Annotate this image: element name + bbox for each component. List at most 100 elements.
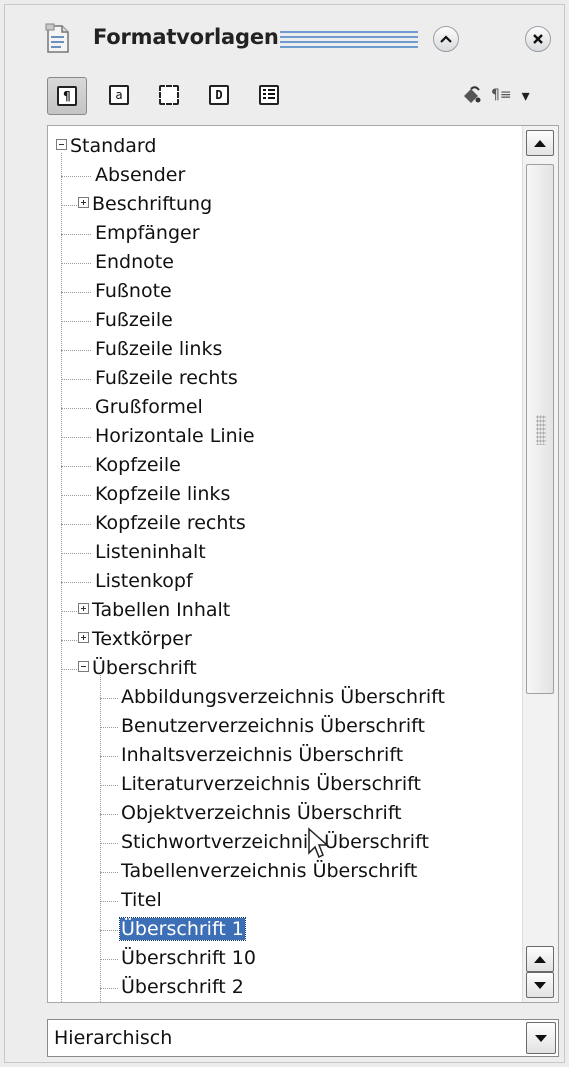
tree-item-label: Absender xyxy=(95,164,186,186)
tree-item[interactable]: Objektverzeichnis Überschrift xyxy=(120,799,403,828)
styles-document-icon xyxy=(45,23,71,55)
list-styles-icon xyxy=(259,85,279,105)
tree-item-label: Grußformel xyxy=(95,396,203,418)
tree-item[interactable]: Horizontale Linie xyxy=(94,422,256,451)
mouse-cursor-icon xyxy=(307,827,331,863)
tree-item-label: Fußzeile xyxy=(95,309,173,331)
tree-item-label: Fußnote xyxy=(95,280,172,302)
scrollbar-thumb[interactable] xyxy=(526,164,554,694)
tree-item[interactable]: Inhaltsverzeichnis Überschrift xyxy=(120,741,404,770)
tree-item-label: Beschriftung xyxy=(92,193,213,215)
tree-item-label: Überschrift 10 xyxy=(121,947,256,969)
tree-connector xyxy=(61,669,77,671)
tree-item[interactable]: Kopfzeile rechts xyxy=(94,509,247,538)
tree-connector xyxy=(61,495,91,497)
tree-item-label: Standard xyxy=(70,135,157,157)
tree-item-label: Kopfzeile xyxy=(95,454,181,476)
tree-item[interactable]: Textkörper xyxy=(78,625,193,654)
tree-item[interactable]: Empfänger xyxy=(94,219,201,248)
tree-item-label: Benutzerverzeichnis Überschrift xyxy=(121,715,425,737)
pilcrow-menu-icon: ¶≡ xyxy=(491,87,512,103)
tree-item[interactable]: Listenkopf xyxy=(94,567,194,596)
page-styles-icon: D xyxy=(209,85,229,105)
tree-item[interactable]: Literaturverzeichnis Überschrift xyxy=(120,770,422,799)
style-filter-dropdown[interactable]: Hierarchisch xyxy=(47,1019,559,1057)
tree-item[interactable]: Endnote xyxy=(94,248,175,277)
tree-item[interactable]: Überschrift 10 xyxy=(120,944,257,973)
tree-connector xyxy=(100,959,118,961)
frame-styles-button[interactable] xyxy=(155,81,183,109)
tree-item[interactable]: Benutzerverzeichnis Überschrift xyxy=(120,712,426,741)
tree-item[interactable]: Fußzeile xyxy=(94,306,174,335)
tree-item[interactable]: Tabellenverzeichnis Überschrift xyxy=(120,857,418,886)
tree-item-label: Titel xyxy=(121,889,162,911)
tree-connector xyxy=(61,205,77,207)
tree-connector xyxy=(61,292,91,294)
tree-item[interactable]: Kopfzeile xyxy=(94,451,182,480)
filter-dropdown-button[interactable] xyxy=(526,1022,556,1054)
style-tree[interactable]: Standard Absender Beschriftung Empfänger End… xyxy=(47,125,559,1003)
scroll-down-button[interactable] xyxy=(526,972,554,998)
tree-connector xyxy=(61,466,91,468)
paragraph-styles-button[interactable]: ¶ xyxy=(47,77,87,115)
close-icon xyxy=(533,34,543,44)
tree-connector xyxy=(61,437,91,439)
tree-item-label: Horizontale Linie xyxy=(95,425,255,447)
tree-connector xyxy=(100,814,118,816)
tree-item[interactable]: Stichwortverzeichnis Überschrift xyxy=(120,828,430,857)
collapse-minus-icon[interactable] xyxy=(56,139,67,150)
tree-item[interactable]: Überschrift 1 xyxy=(119,915,246,944)
new-style-menu-button[interactable]: ¶≡ ▾ xyxy=(491,81,551,109)
tree-item-label: Kopfzeile links xyxy=(95,483,231,505)
tree-connector xyxy=(100,988,118,990)
fill-format-button[interactable] xyxy=(457,81,485,109)
collapse-minus-icon[interactable] xyxy=(78,661,89,672)
tree-connector xyxy=(100,785,118,787)
tree-item-label: Textkörper xyxy=(92,628,192,650)
tree-connector xyxy=(61,234,91,236)
tree-item-label: Überschrift xyxy=(92,657,197,679)
tree-item[interactable]: Überschrift xyxy=(78,654,198,683)
tree-item[interactable]: Tabellen Inhalt xyxy=(78,596,231,625)
title-bar[interactable]: Formatvorlagen xyxy=(5,5,564,63)
tree-connector xyxy=(100,727,118,729)
character-styles-button[interactable]: a xyxy=(105,81,133,109)
scroll-up-button-lower[interactable] xyxy=(526,946,554,972)
tree-item[interactable]: Abbildungsverzeichnis Überschrift xyxy=(120,683,446,712)
tree-item[interactable]: Überschrift 2 xyxy=(120,973,245,1002)
tree-item[interactable]: Absender xyxy=(94,161,186,190)
vertical-scrollbar[interactable] xyxy=(522,126,558,1002)
expand-plus-icon[interactable] xyxy=(78,632,89,643)
tree-item-label: Stichwortverzeichnis Überschrift xyxy=(121,831,429,853)
tree-connector xyxy=(61,153,63,1002)
tree-item[interactable]: Beschriftung xyxy=(78,190,213,219)
tree-item[interactable]: Grußformel xyxy=(94,393,204,422)
frame-styles-icon xyxy=(159,85,179,105)
tree-connector xyxy=(61,408,91,410)
tree-item-label: Überschrift 1 xyxy=(119,917,246,941)
close-button[interactable] xyxy=(525,26,551,52)
chevron-down-icon xyxy=(535,1034,547,1042)
tree-item-label: Endnote xyxy=(95,251,174,273)
tree-item-label: Abbildungsverzeichnis Überschrift xyxy=(121,686,445,708)
list-styles-button[interactable] xyxy=(255,81,283,109)
tree-item[interactable]: Fußzeile rechts xyxy=(94,364,239,393)
window-title: Formatvorlagen xyxy=(93,25,279,49)
tree-item[interactable]: Standard xyxy=(56,132,157,161)
tree-item[interactable]: Titel xyxy=(120,886,163,915)
page-styles-button[interactable]: D xyxy=(205,81,233,109)
tree-connector xyxy=(61,611,77,613)
tree-item-label: Literaturverzeichnis Überschrift xyxy=(121,773,421,795)
tree-connector xyxy=(61,321,91,323)
expand-plus-icon[interactable] xyxy=(78,603,89,614)
tree-item-label: Objektverzeichnis Überschrift xyxy=(121,802,402,824)
tree-connector xyxy=(61,524,91,526)
scroll-up-button[interactable] xyxy=(526,130,554,156)
tree-item[interactable]: Listeninhalt xyxy=(94,538,207,567)
tree-item[interactable]: Fußzeile links xyxy=(94,335,223,364)
collapse-button[interactable] xyxy=(433,26,459,52)
expand-plus-icon[interactable] xyxy=(78,197,89,208)
tree-item[interactable]: Fußnote xyxy=(94,277,173,306)
tree-item[interactable]: Kopfzeile links xyxy=(94,480,231,509)
tree-item-label: Fußzeile rechts xyxy=(95,367,238,389)
